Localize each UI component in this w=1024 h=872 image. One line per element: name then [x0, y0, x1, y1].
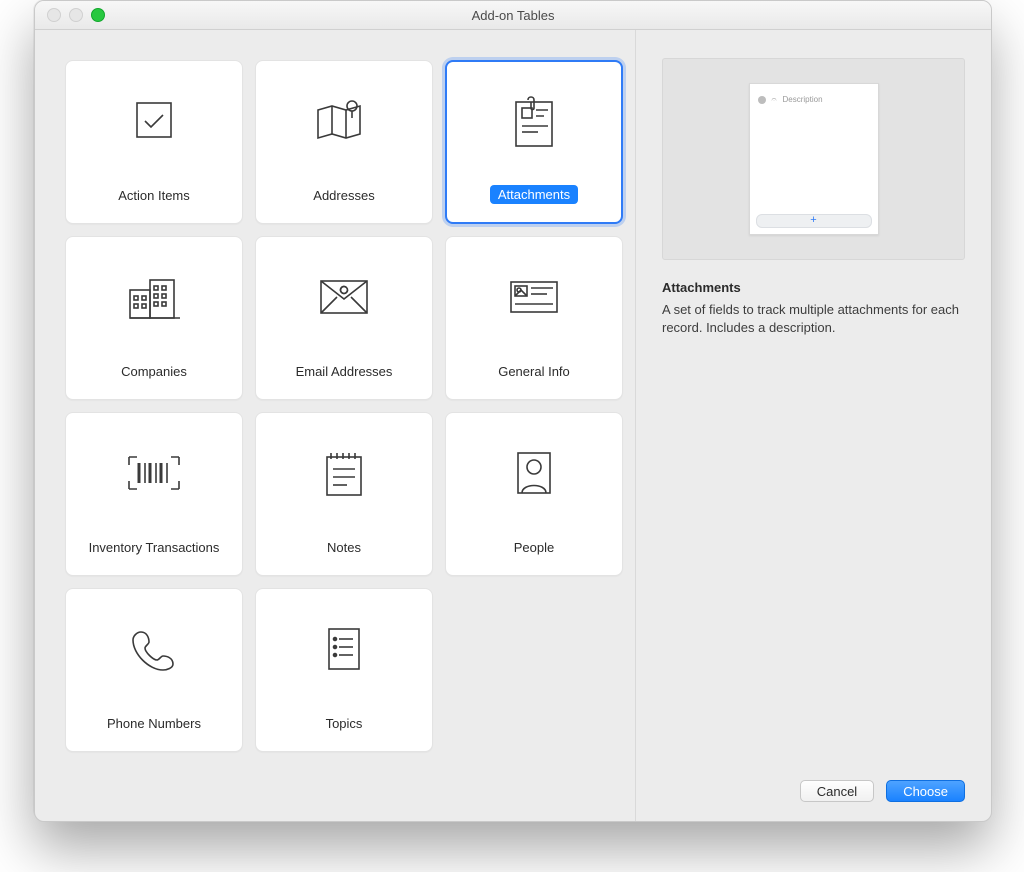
dialog-footer: Cancel Choose: [662, 768, 965, 802]
map-pin-icon: [312, 61, 376, 180]
tile-label: People: [506, 538, 562, 557]
detail-panel: 𝄐 Description + Attachments A set of fie…: [635, 30, 991, 822]
detail-title: Attachments: [662, 280, 965, 295]
tile-label: Action Items: [110, 186, 198, 205]
close-icon[interactable]: [47, 8, 61, 22]
window-controls: [47, 8, 105, 22]
preview-thumbnail: 𝄐 Description +: [662, 58, 965, 260]
phone-handset-icon: [129, 589, 179, 708]
titlebar: Add-on Tables: [35, 1, 991, 30]
tile-notes[interactable]: Notes: [255, 412, 433, 576]
tile-action-items[interactable]: Action Items: [65, 60, 243, 224]
tile-label: Email Addresses: [288, 362, 401, 381]
template-grid-panel: Action Items Addresses: [35, 30, 635, 822]
preview-add-row: +: [756, 214, 872, 228]
tile-addresses[interactable]: Addresses: [255, 60, 433, 224]
tile-people[interactable]: People: [445, 412, 623, 576]
barcode-icon: [123, 413, 185, 532]
window: Add-on Tables Action Items: [34, 0, 992, 822]
template-grid: Action Items Addresses: [65, 60, 625, 752]
detail-description: A set of fields to track multiple attach…: [662, 301, 965, 337]
tile-companies[interactable]: Companies: [65, 236, 243, 400]
paperclip-icon: 𝄐: [772, 94, 777, 105]
delete-dot-icon: [758, 96, 766, 104]
tile-topics[interactable]: Topics: [255, 588, 433, 752]
window-title: Add-on Tables: [35, 8, 991, 23]
notepad-icon: [321, 413, 367, 532]
zoom-icon[interactable]: [91, 8, 105, 22]
tile-email-addresses[interactable]: Email Addresses: [255, 236, 433, 400]
list-doc-icon: [323, 589, 365, 708]
tile-label: Notes: [319, 538, 369, 557]
tile-general-info[interactable]: General Info: [445, 236, 623, 400]
tile-label: Inventory Transactions: [81, 538, 228, 557]
person-frame-icon: [513, 413, 555, 532]
tile-label: Topics: [318, 714, 371, 733]
tile-attachments[interactable]: Attachments: [445, 60, 623, 224]
card-lines-icon: [505, 237, 563, 356]
preview-column-label: Description: [783, 95, 823, 104]
tile-label: Phone Numbers: [99, 714, 209, 733]
tile-label: General Info: [490, 362, 578, 381]
cancel-button[interactable]: Cancel: [800, 780, 874, 802]
tile-label: Companies: [113, 362, 195, 381]
envelope-at-icon: [315, 237, 373, 356]
attachment-doc-icon: [508, 62, 560, 179]
buildings-icon: [124, 237, 184, 356]
tile-label: Attachments: [490, 185, 578, 204]
minimize-icon[interactable]: [69, 8, 83, 22]
tile-inventory-transactions[interactable]: Inventory Transactions: [65, 412, 243, 576]
tile-label: Addresses: [305, 186, 382, 205]
choose-button[interactable]: Choose: [886, 780, 965, 802]
checkbox-icon: [127, 61, 181, 180]
tile-phone-numbers[interactable]: Phone Numbers: [65, 588, 243, 752]
